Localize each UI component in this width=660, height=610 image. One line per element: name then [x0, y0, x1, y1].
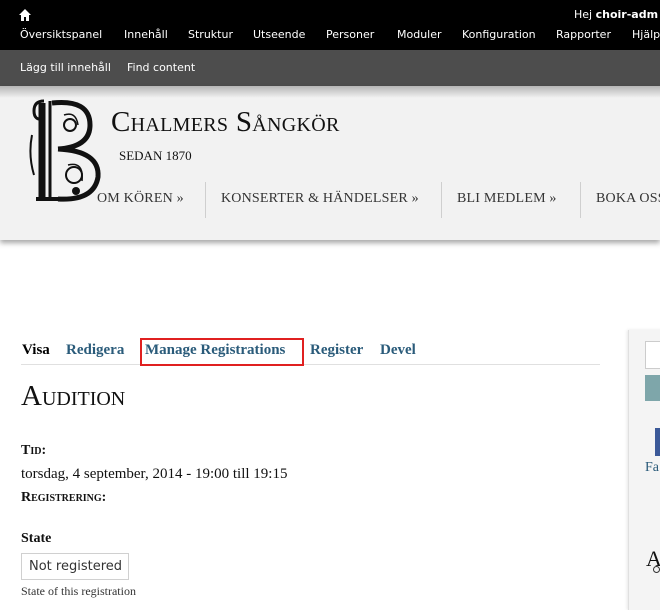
admin-menu-structure[interactable]: Struktur: [188, 28, 233, 41]
shortcut-add-content[interactable]: Lägg till innehåll: [20, 61, 111, 74]
nav-boka-oss[interactable]: BOKA OSS: [596, 191, 660, 207]
registration-label: Registrering:: [21, 490, 107, 505]
time-value: torsdag, 4 september, 2014 - 19:00 till …: [21, 466, 288, 482]
greeting-prefix: Hej: [574, 8, 593, 21]
admin-toolbar: Hej choir-adm Översiktspanel Innehåll St…: [0, 0, 660, 50]
sidebar-search-input[interactable]: [645, 341, 660, 369]
tab-view[interactable]: Visa: [22, 342, 50, 359]
admin-menu-dashboard[interactable]: Översiktspanel: [20, 28, 102, 41]
admin-menu-appearance[interactable]: Utseende: [253, 28, 305, 41]
tab-edit[interactable]: Redigera: [66, 342, 124, 359]
state-description: State of this registration: [21, 584, 136, 598]
node-tabs: Visa Redigera Manage Registrations Regis…: [21, 338, 600, 365]
admin-menu-modules[interactable]: Moduler: [397, 28, 442, 41]
user-greeting: Hej choir-adm: [574, 8, 658, 21]
tab-highlight-box: [140, 338, 304, 366]
sidebar-facebook-text[interactable]: Fa: [645, 460, 659, 476]
nav-separator: [205, 182, 206, 218]
sidebar-list-bullet: [653, 566, 660, 573]
site-name[interactable]: Chalmers Sångkör: [111, 106, 340, 139]
shortcut-find-content[interactable]: Find content: [127, 61, 195, 74]
admin-menu-configuration[interactable]: Konfiguration: [462, 28, 536, 41]
page-title: Audition: [21, 380, 126, 412]
facebook-icon[interactable]: [655, 428, 660, 456]
home-icon[interactable]: [19, 9, 31, 21]
admin-menu-reports[interactable]: Rapporter: [556, 28, 611, 41]
sidebar-search-button[interactable]: [645, 375, 660, 401]
site-slogan: SEDAN 1870: [119, 148, 192, 163]
shortcut-bar: Lägg till innehåll Find content: [0, 50, 660, 86]
nav-bli-medlem[interactable]: BLI MEDLEM »: [457, 191, 557, 207]
tab-register[interactable]: Register: [310, 342, 363, 359]
admin-menu-people[interactable]: Personer: [326, 28, 374, 41]
state-value: Not registered: [21, 553, 129, 580]
admin-menu-content[interactable]: Innehåll: [124, 28, 168, 41]
tab-devel[interactable]: Devel: [380, 342, 416, 359]
nav-konserter[interactable]: KONSERTER & HÄNDELSER »: [221, 191, 419, 207]
main-navigation: OM KÖREN » KONSERTER & HÄNDELSER » BLI M…: [0, 180, 660, 218]
nav-separator: [441, 182, 442, 218]
state-label: State: [21, 531, 52, 546]
nav-separator: [580, 182, 581, 218]
nav-om-koren[interactable]: OM KÖREN »: [97, 191, 184, 207]
username-link[interactable]: choir-adm: [596, 8, 658, 21]
admin-menu-help[interactable]: Hjälp: [632, 28, 660, 41]
time-label: Tid:: [21, 443, 47, 458]
